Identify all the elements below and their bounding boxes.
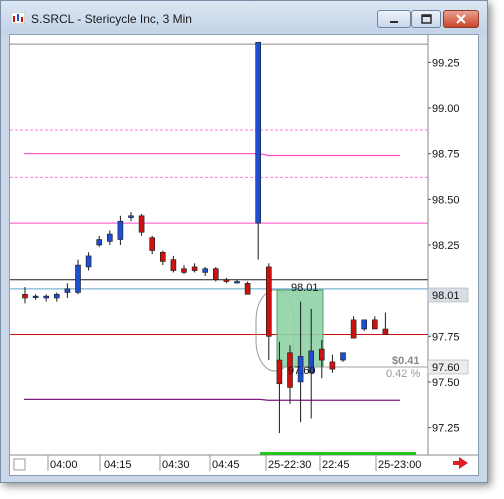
candle[interactable] xyxy=(329,354,336,373)
session-highlight-bar xyxy=(260,452,416,455)
candle[interactable] xyxy=(160,250,166,266)
candle[interactable] xyxy=(265,263,272,361)
candle[interactable] xyxy=(340,352,346,362)
price-chart[interactable]: 98.01 97.60 $0.41 0.42 % 99.25 99.00 98.75… xyxy=(10,35,478,475)
price-tick-label: 97.50 xyxy=(432,377,460,389)
measure-range-box[interactable] xyxy=(276,289,324,368)
time-tick-label: 04:45 xyxy=(212,459,240,471)
candle[interactable] xyxy=(213,266,219,282)
measure-change-label: $0.41 xyxy=(392,355,420,367)
candle[interactable] xyxy=(75,259,81,295)
time-axis[interactable]: 04:00 04:15 04:30 04:45 25-22:30 22:45 25-23:0… xyxy=(50,459,421,471)
measure-end-label: 97.60 xyxy=(288,365,316,377)
candle[interactable] xyxy=(32,294,39,300)
time-tick-label: 22:45 xyxy=(322,459,350,471)
minimize-button[interactable] xyxy=(377,10,411,28)
time-tick-label: 04:15 xyxy=(104,459,132,471)
time-axis-checkbox[interactable] xyxy=(13,458,26,471)
close-icon xyxy=(456,14,466,24)
measure-percent-label: 0.42 % xyxy=(386,368,420,380)
candle[interactable] xyxy=(191,263,198,273)
candle[interactable] xyxy=(255,42,261,260)
measure-start-label: 98.01 xyxy=(291,282,319,294)
price-tick-label: 98.25 xyxy=(432,240,460,252)
price-tick-label: 97.25 xyxy=(432,423,460,435)
close-button[interactable] xyxy=(443,10,479,28)
candle[interactable] xyxy=(361,319,368,331)
candle[interactable] xyxy=(53,292,60,302)
candle[interactable] xyxy=(244,281,251,295)
minimize-icon xyxy=(390,21,398,23)
candle[interactable] xyxy=(107,230,113,245)
time-tick-label: 04:00 xyxy=(50,459,78,471)
chart-window: S.SRCL - Stericycle Inc, 3 Min 98.01 97.… xyxy=(0,0,488,483)
maximize-button[interactable] xyxy=(411,10,441,28)
candle[interactable] xyxy=(149,235,155,255)
chart-area[interactable]: 98.01 97.60 $0.41 0.42 % 99.25 99.00 98.75… xyxy=(9,34,479,476)
time-tick-label: 25-22:30 xyxy=(268,459,311,471)
current-price-label: 98.01 xyxy=(432,290,460,302)
candle[interactable] xyxy=(64,283,71,298)
time-tick-label: 04:30 xyxy=(162,459,190,471)
price-tick-label: 98.50 xyxy=(432,194,460,206)
price-tick-label: 99.00 xyxy=(432,103,460,115)
price-tick-label: 98.75 xyxy=(432,149,460,161)
candle[interactable] xyxy=(350,316,357,339)
price-tick-label: 97.75 xyxy=(432,331,460,343)
window-title: S.SRCL - Stericycle Inc, 3 Min xyxy=(31,12,192,26)
candle[interactable] xyxy=(96,235,102,247)
candle[interactable] xyxy=(117,215,124,245)
marker-price-label: 97.60 xyxy=(432,362,460,374)
maximize-icon xyxy=(421,14,432,24)
candle[interactable] xyxy=(22,287,28,304)
time-tick-label: 25-23:00 xyxy=(378,459,421,471)
scroll-right-icon[interactable] xyxy=(453,457,468,469)
current-price-tag: 98.01 xyxy=(427,287,469,303)
candle[interactable] xyxy=(43,294,50,302)
title-bar[interactable]: S.SRCL - Stericycle Inc, 3 Min xyxy=(1,1,487,33)
magenta-indicator-line xyxy=(24,153,400,157)
purple-indicator-line xyxy=(24,398,400,401)
price-axis[interactable]: 99.25 99.00 98.75 98.50 98.25 97.75 97.50 97.25 xyxy=(428,57,460,435)
candle[interactable] xyxy=(234,279,240,284)
candle[interactable] xyxy=(382,312,389,335)
candle[interactable] xyxy=(138,213,145,236)
candle[interactable] xyxy=(181,265,187,275)
candle[interactable] xyxy=(371,316,378,330)
candle[interactable] xyxy=(170,255,177,273)
price-tick-label: 99.25 xyxy=(432,57,460,69)
candle[interactable] xyxy=(128,212,134,222)
candle[interactable] xyxy=(202,266,208,277)
app-chart-icon xyxy=(11,12,25,24)
candle[interactable] xyxy=(85,252,92,271)
marker-price-tag: 97.60 xyxy=(427,359,469,375)
candle[interactable] xyxy=(223,277,230,284)
